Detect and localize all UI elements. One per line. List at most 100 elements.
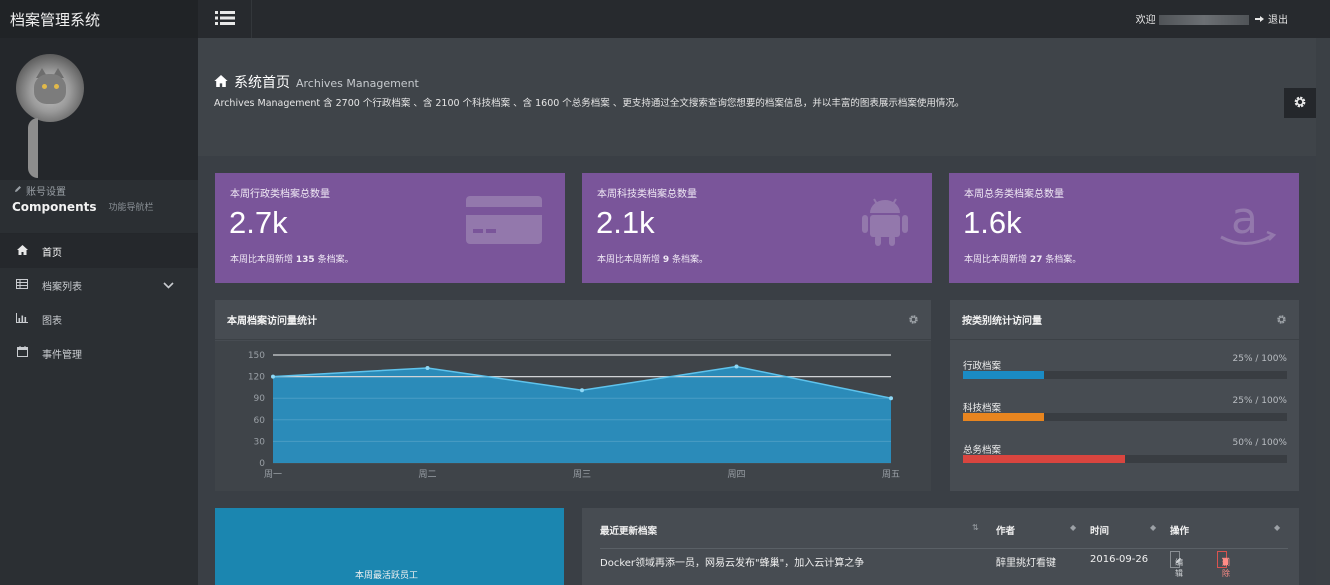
home-icon — [214, 75, 228, 91]
edit-label: 编辑 — [1175, 558, 1183, 578]
sort-icon[interactable]: ◆ — [1150, 523, 1156, 532]
menu-toggle-button[interactable] — [198, 0, 252, 38]
area-fill — [273, 366, 891, 463]
credit-card-icon — [465, 195, 543, 249]
chart-area: 0 30 60 90 120 150 周一 周二 周三 周四 周五 — [215, 341, 931, 491]
data-point — [425, 365, 430, 370]
progress-value: 25% / 100% — [1232, 396, 1288, 406]
progress-bar — [963, 371, 1044, 379]
sidebar-item-archive-list[interactable]: 档案列表 — [0, 268, 198, 302]
card-label: 本周总务类档案总数量 — [964, 189, 1064, 200]
logout-button[interactable]: 退出 — [1254, 15, 1288, 26]
gear-icon[interactable] — [1276, 314, 1287, 328]
column-header-actions[interactable]: 操作 — [1170, 523, 1189, 537]
data-point — [889, 396, 893, 401]
sidebar-item-label: 档案列表 — [42, 281, 82, 293]
sign-out-icon — [1254, 15, 1268, 26]
settings-button[interactable] — [1284, 88, 1316, 118]
x-tick-label: 周一 — [264, 469, 282, 480]
y-tick-label: 60 — [254, 416, 266, 426]
components-title: Components — [12, 199, 97, 214]
progress-value: 25% / 100% — [1232, 354, 1288, 364]
app-title[interactable]: 档案管理系统 — [0, 0, 198, 38]
panel-title: 按类别统计访问量 — [962, 316, 1042, 327]
file-date: 2016-09-26 — [1090, 554, 1149, 565]
progress-row-tech: 科技档案 25% / 100% — [963, 396, 1288, 421]
android-icon — [860, 195, 910, 251]
table-row[interactable]: Docker领域再添一员，网易云发布"蜂巢"，加入云计算之争 醉里挑灯看键 20… — [600, 548, 1288, 578]
card-value: 2.1k — [596, 205, 655, 240]
data-point — [580, 388, 584, 393]
list-icon — [214, 10, 235, 29]
calendar-icon — [14, 346, 30, 360]
sort-icon[interactable]: ◆ — [1274, 523, 1280, 532]
amazon-icon: a — [1217, 193, 1277, 251]
delete-button[interactable]: 删除 — [1217, 551, 1230, 578]
file-title[interactable]: Docker领域再添一员，网易云发布"蜂巢"，加入云计算之争 — [600, 554, 864, 569]
components-subtitle: 功能导航栏 — [108, 203, 154, 213]
panel-header: 按类别统计访问量 — [950, 300, 1299, 340]
stat-card-admin[interactable]: 本周行政类档案总数量 2.7k 本周比本周新增 135 条档案。 — [215, 173, 565, 283]
x-tick-label: 周二 — [418, 469, 436, 480]
edit-button[interactable]: 编辑 — [1170, 551, 1183, 578]
bar-chart-icon — [14, 312, 30, 326]
card-label: 本周行政类档案总数量 — [230, 189, 330, 200]
y-tick-label: 150 — [248, 351, 265, 361]
chevron-down-icon[interactable] — [163, 279, 174, 292]
welcome-bar: 欢迎 退出 — [1136, 11, 1288, 26]
category-visits-panel: 按类别统计访问量 行政档案 25% / 100% 科技档案 25% / 100%… — [950, 300, 1299, 491]
data-point — [734, 364, 739, 369]
svg-text:a: a — [1231, 195, 1258, 244]
active-employee-panel: 本周最活跃员工 — [215, 508, 564, 585]
logout-label: 退出 — [1268, 15, 1288, 26]
progress-track — [963, 371, 1287, 379]
y-tick-label: 30 — [254, 437, 266, 447]
page-title: 系统首页 Archives Management — [214, 72, 419, 92]
progress-value: 50% / 100% — [1232, 438, 1288, 448]
column-header-author[interactable]: 作者 — [996, 523, 1015, 537]
card-value: 1.6k — [963, 205, 1022, 240]
top-bar: 欢迎 退出 — [198, 0, 1330, 38]
column-header-time[interactable]: 时间 — [1090, 523, 1109, 537]
x-tick-label: 周四 — [727, 469, 745, 480]
y-tick-label: 0 — [259, 459, 265, 469]
sidebar-item-label: 事件管理 — [42, 349, 82, 361]
progress-track — [963, 455, 1287, 463]
sidebar-item-events[interactable]: 事件管理 — [0, 336, 198, 370]
progress-track — [963, 413, 1287, 421]
delete-label: 删除 — [1222, 558, 1230, 578]
table-header: 最近更新档案 ⇅ 作者 ◆ 时间 ◆ 操作 ◆ — [600, 523, 1288, 539]
user-profile: 账号设置 — [0, 38, 198, 198]
sidebar-item-label: 图表 — [42, 315, 62, 327]
page-description: Archives Management 含 2700 个行政档案 、含 2100… — [214, 98, 965, 109]
progress-bar — [963, 413, 1044, 421]
account-settings-label: 账号设置 — [26, 187, 66, 198]
column-header-title[interactable]: 最近更新档案 — [600, 523, 657, 537]
panel-title: 本周档案访问量统计 — [227, 316, 317, 327]
avatar[interactable] — [16, 54, 84, 122]
card-value: 2.7k — [229, 205, 288, 240]
home-icon — [14, 244, 30, 258]
stat-card-general[interactable]: 本周总务类档案总数量 1.6k 本周比本周新增 27 条档案。 a — [949, 173, 1299, 283]
gear-icon[interactable] — [908, 314, 919, 328]
stat-card-tech[interactable]: 本周科技类档案总数量 2.1k 本周比本周新增 9 条档案。 — [582, 173, 932, 283]
sort-icon[interactable]: ⇅ — [972, 523, 979, 532]
sidebar-item-charts[interactable]: 图表 — [0, 302, 198, 336]
sidebar: 档案管理系统 账号设置 Components 功能导航栏 首页 档案列表 图表 … — [0, 0, 198, 585]
sidebar-item-home[interactable]: 首页 — [0, 234, 198, 268]
page-scrollbar[interactable] — [1316, 38, 1330, 585]
gear-icon — [1293, 94, 1307, 113]
y-tick-label: 120 — [248, 373, 265, 383]
file-author: 醉里挑灯看键 — [996, 558, 1056, 569]
username-blurred — [1158, 15, 1249, 25]
sort-icon[interactable]: ◆ — [1070, 523, 1076, 532]
card-footnote: 本周比本周新增 9 条档案。 — [597, 255, 709, 265]
card-footnote: 本周比本周新增 135 条档案。 — [230, 255, 354, 265]
active-employee-label: 本周最活跃员工 — [355, 571, 419, 581]
pencil-icon — [14, 185, 22, 196]
x-tick-label: 周五 — [882, 469, 900, 480]
page-title-text: 系统首页 — [234, 75, 290, 91]
card-label: 本周科技类档案总数量 — [597, 189, 697, 200]
account-settings-link[interactable]: 账号设置 — [14, 183, 66, 198]
welcome-text: 欢迎 — [1135, 15, 1156, 26]
